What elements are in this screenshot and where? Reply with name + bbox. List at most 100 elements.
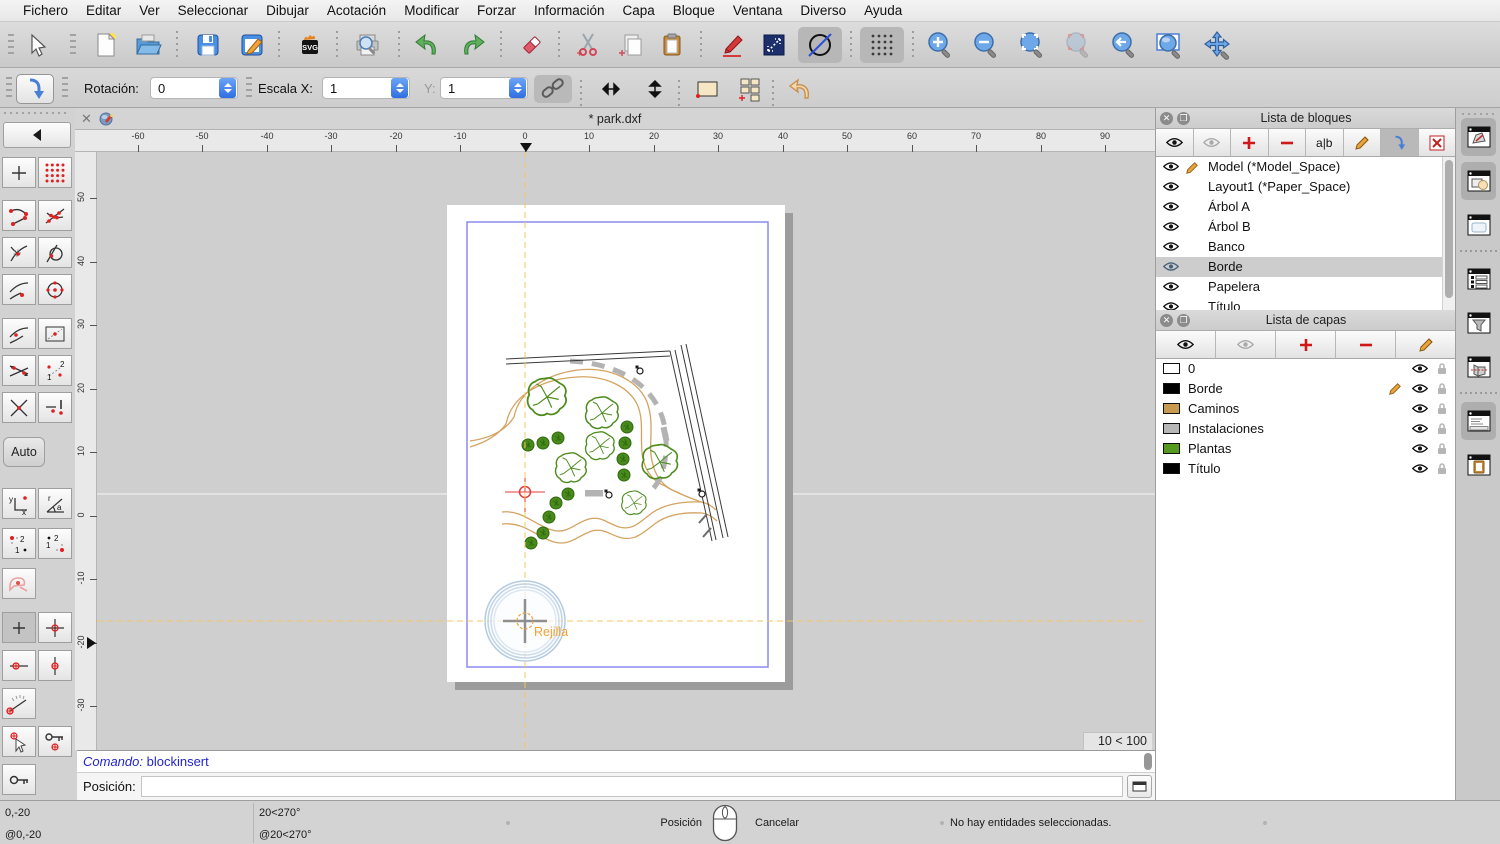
- flip-vertical-button[interactable]: [636, 75, 674, 103]
- zoom-auto-button[interactable]: [1012, 27, 1052, 63]
- block-row[interactable]: Papelera: [1156, 277, 1456, 297]
- grid-toggle-button[interactable]: [860, 27, 904, 63]
- svg-export-button[interactable]: SVG: [290, 27, 330, 63]
- toolbar-handle[interactable]: [246, 77, 252, 99]
- flip-horizontal-button[interactable]: [592, 75, 630, 103]
- toolbar-handle[interactable]: [6, 77, 12, 99]
- snap-center-button[interactable]: [38, 274, 72, 305]
- menu-bloque[interactable]: Bloque: [664, 3, 724, 18]
- menu-acotacion[interactable]: Acotación: [318, 3, 395, 18]
- eye-icon[interactable]: [1163, 261, 1179, 272]
- menu-diverso[interactable]: Diverso: [791, 3, 855, 18]
- corner-point2-button[interactable]: 12: [38, 528, 72, 559]
- hide-all-layers-button[interactable]: [1216, 331, 1276, 359]
- menu-capa[interactable]: Capa: [614, 3, 664, 18]
- eye-icon[interactable]: [1163, 221, 1179, 232]
- snap-perpendicular-button[interactable]: [2, 237, 36, 268]
- snap-nearest-button[interactable]: [2, 274, 36, 305]
- save-button[interactable]: [188, 27, 228, 63]
- menu-editar[interactable]: Editar: [77, 3, 130, 18]
- array-insert-button[interactable]: [730, 75, 768, 103]
- show-all-layers-button[interactable]: [1156, 331, 1216, 359]
- layer-row[interactable]: Título: [1156, 459, 1456, 479]
- stepper-icon[interactable]: [391, 78, 408, 98]
- block-row[interactable]: Model (*Model_Space): [1156, 157, 1456, 177]
- eye-icon[interactable]: [1163, 201, 1179, 212]
- undo-button[interactable]: [408, 27, 448, 63]
- draft-mode-button[interactable]: [798, 27, 842, 63]
- redo-button[interactable]: [452, 27, 492, 63]
- hide-all-blocks-button[interactable]: [1193, 129, 1231, 157]
- layer-row[interactable]: Borde: [1156, 379, 1456, 399]
- block-row[interactable]: Layout1 (*Paper_Space): [1156, 177, 1456, 197]
- cut-button[interactable]: [568, 27, 608, 63]
- delete-button[interactable]: [512, 27, 552, 63]
- eye-icon[interactable]: [1163, 241, 1179, 252]
- stepper-icon[interactable]: [509, 78, 526, 98]
- remove-layer-button[interactable]: [1336, 331, 1396, 359]
- insert-block-button[interactable]: [1381, 129, 1419, 157]
- restrict-horizontal-button[interactable]: [2, 650, 36, 681]
- menu-dibujar[interactable]: Dibujar: [257, 3, 318, 18]
- eye-icon[interactable]: [1412, 423, 1428, 434]
- angle-meter-button[interactable]: [2, 688, 36, 719]
- library-browser-dock-button[interactable]: [1461, 206, 1496, 244]
- select-tool-button[interactable]: [16, 27, 56, 63]
- pan-button[interactable]: [1198, 27, 1238, 63]
- snap-endpoints-button[interactable]: [2, 200, 36, 231]
- lock-icon[interactable]: [1436, 462, 1448, 475]
- snap-grid-button[interactable]: [38, 157, 72, 188]
- single-insert-button[interactable]: [688, 75, 726, 103]
- menu-ver[interactable]: Ver: [130, 3, 168, 18]
- clipboard-dock-button[interactable]: [1461, 446, 1496, 484]
- lock-icon[interactable]: [1436, 402, 1448, 415]
- restrict-nothing-button[interactable]: [2, 612, 36, 643]
- layer-row[interactable]: Instalaciones: [1156, 419, 1456, 439]
- command-scrollbar[interactable]: [1144, 753, 1152, 770]
- scale-tool-button[interactable]: [754, 27, 794, 63]
- dock-handle[interactable]: [1462, 113, 1494, 115]
- add-block-button[interactable]: [1231, 129, 1269, 157]
- snap-tangent-button[interactable]: [38, 237, 72, 268]
- eye-icon[interactable]: [1163, 301, 1179, 310]
- block-row[interactable]: Banco: [1156, 237, 1456, 257]
- restrict-orthogonal-button[interactable]: [38, 612, 72, 643]
- edit-layer-button[interactable]: [1396, 331, 1456, 359]
- zoom-previous-button[interactable]: [1104, 27, 1144, 63]
- scale-y-combo[interactable]: 1: [440, 77, 528, 99]
- eye-icon[interactable]: [1412, 383, 1428, 394]
- show-all-blocks-button[interactable]: [1156, 129, 1194, 157]
- eye-icon[interactable]: [1163, 161, 1179, 172]
- zoom-out-button[interactable]: [966, 27, 1006, 63]
- drawing-canvas[interactable]: Rejilla 10 < 100: [97, 152, 1155, 750]
- eye-icon[interactable]: [1412, 443, 1428, 454]
- snap-on-entity-button[interactable]: [38, 200, 72, 231]
- snap-tangent2-button[interactable]: [2, 318, 36, 349]
- block-row[interactable]: Árbol B: [1156, 217, 1456, 237]
- delete-block-contents-button[interactable]: [1418, 129, 1456, 157]
- block-row[interactable]: Título: [1156, 297, 1456, 310]
- rotation-combo[interactable]: 0: [150, 77, 238, 99]
- zoom-in-button[interactable]: [920, 27, 960, 63]
- menu-forzar[interactable]: Forzar: [468, 3, 525, 18]
- set-reference-point-button[interactable]: [2, 726, 36, 757]
- new-file-button[interactable]: [86, 27, 126, 63]
- open-file-button[interactable]: [128, 27, 168, 63]
- coordinate-polar-button[interactable]: ra: [38, 488, 72, 519]
- toolbar-handle[interactable]: [62, 77, 68, 99]
- remove-block-button[interactable]: [1268, 129, 1306, 157]
- edit-block-button[interactable]: [1343, 129, 1381, 157]
- lock-icon[interactable]: [1436, 442, 1448, 455]
- flip-insert-button[interactable]: [16, 74, 54, 104]
- eye-icon[interactable]: [1412, 403, 1428, 414]
- coordinate-cartesian-button[interactable]: yx: [2, 488, 36, 519]
- lock-icon[interactable]: [1436, 362, 1448, 375]
- menu-informacion[interactable]: Información: [525, 3, 614, 18]
- command-window-button[interactable]: [1127, 775, 1152, 798]
- toolbar-handle[interactable]: [4, 112, 70, 114]
- lock-relative-zero-button[interactable]: [2, 764, 36, 795]
- layer-row[interactable]: 0: [1156, 359, 1456, 379]
- zoom-selection-button[interactable]: [1058, 27, 1098, 63]
- layer-list-dock-button[interactable]: [1461, 260, 1496, 298]
- edit-attributes-button[interactable]: [712, 27, 752, 63]
